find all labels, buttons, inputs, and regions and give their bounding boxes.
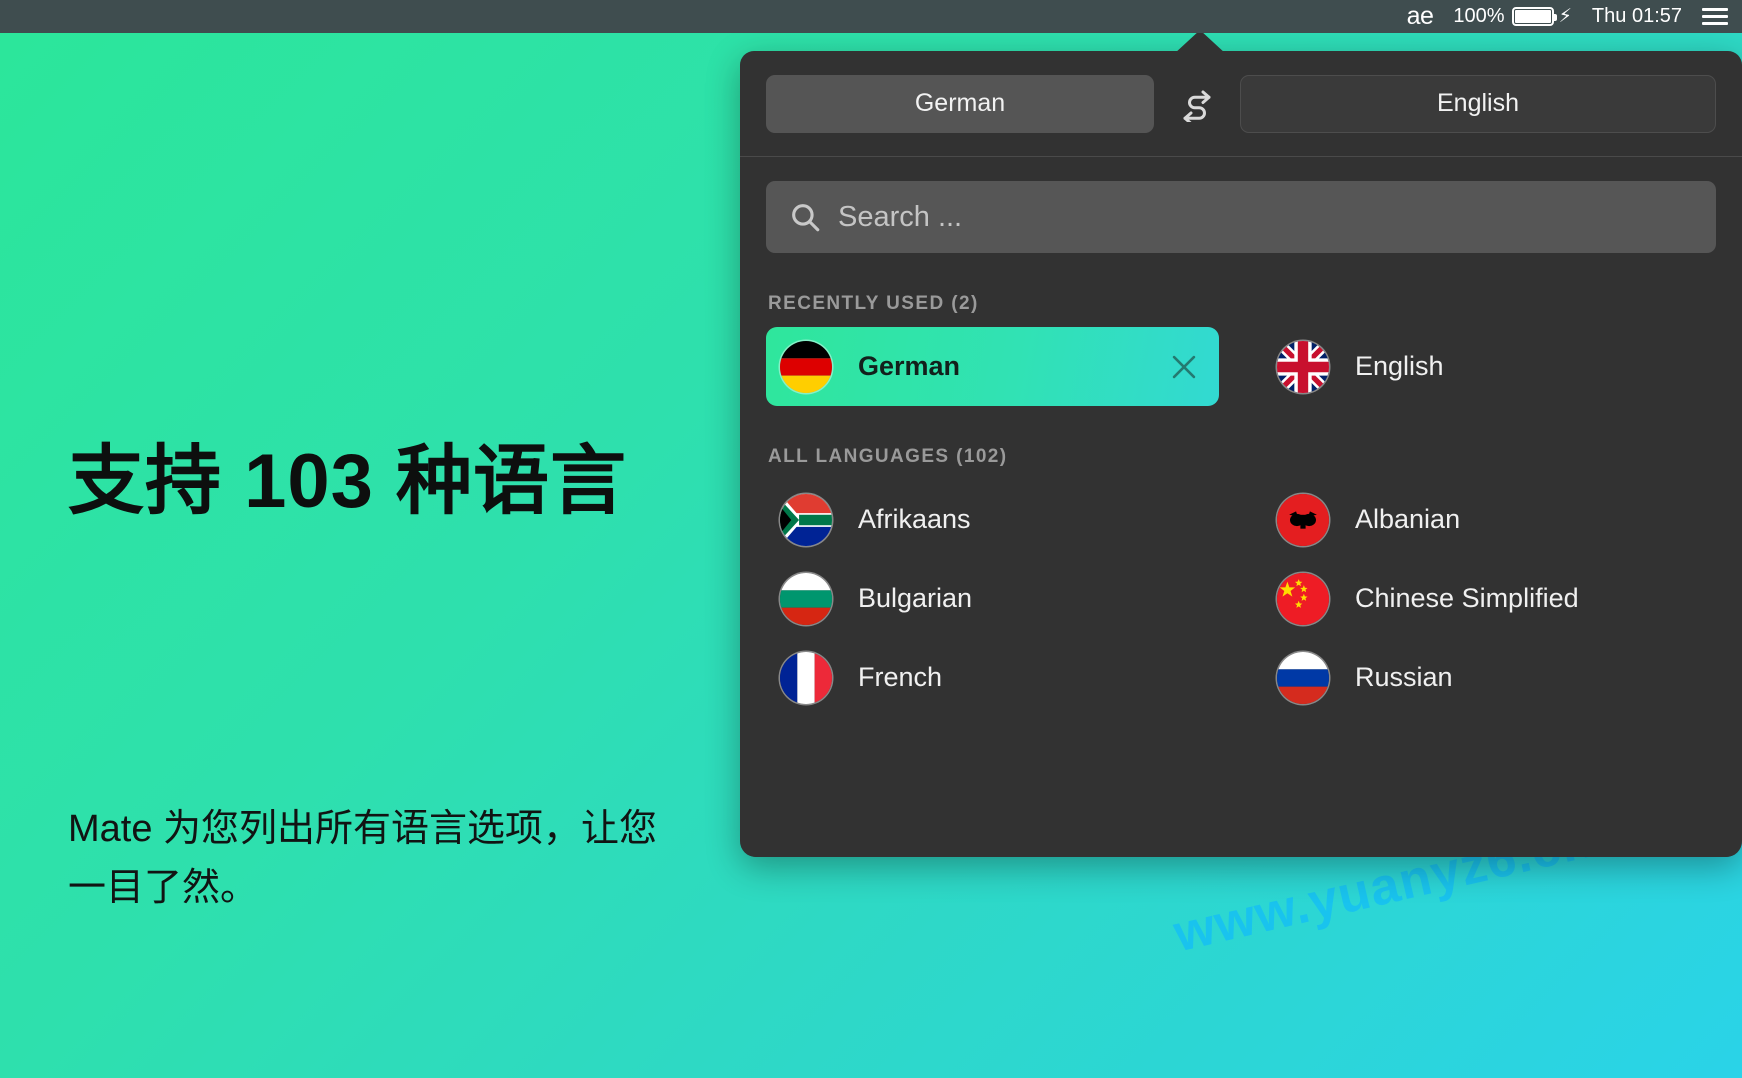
language-swap-header: German English [740,51,1742,157]
flag-russia-icon [1277,651,1329,704]
language-name: Chinese Simplified [1355,583,1579,613]
menubar-status-items: ae 100% ⚡ Thu 01:57 [1407,4,1742,29]
popover-arrow [1174,30,1226,54]
flag-albania-icon [1277,493,1329,546]
mate-app-icon[interactable]: ae [1407,4,1434,29]
charging-bolt-icon: ⚡ [1558,6,1572,27]
recently-used-label: RECENTLY USED (2) [768,293,979,314]
language-name: English [1355,351,1444,381]
page-title: 支持 103 种语言 [68,439,628,524]
all-languages-label: ALL LANGUAGES (102) [768,446,1008,467]
language-name: Russian [1355,662,1453,692]
language-name: Bulgarian [858,583,973,613]
flag-china-icon [1277,572,1329,625]
language-row-bulgarian[interactable]: Bulgarian [766,559,1219,638]
close-icon[interactable] [1167,350,1201,384]
language-picker-popover: German English RECENTLY USE [740,51,1742,857]
language-row-french[interactable]: French [766,638,1219,717]
search-box[interactable] [766,181,1716,253]
flag-germany-icon [780,340,832,393]
language-row-chinese-simplified[interactable]: Chinese Simplified [1263,559,1716,638]
language-row-albanian[interactable]: Albanian [1263,480,1716,559]
language-lists: RECENTLY USED (2) German English ALL LAN… [740,293,1742,717]
control-center-list-icon[interactable] [1702,8,1728,25]
flag-france-icon [780,651,832,704]
battery-percent-label: 100% [1453,5,1505,27]
menubar-clock[interactable]: Thu 01:57 [1592,5,1682,28]
flag-bulgaria-icon [780,572,832,625]
search-section [740,157,1742,253]
list-bottom-fade [740,835,1742,857]
language-name: French [858,662,943,692]
language-name: Albanian [1355,504,1461,534]
page-subtitle: Mate 为您列出所有语言选项，让您一目了然。 [68,808,658,909]
language-row-english[interactable]: English [1263,327,1716,406]
language-row-afrikaans[interactable]: Afrikaans [766,480,1219,559]
target-language-button[interactable]: English [1240,74,1716,133]
battery-status[interactable]: 100% ⚡ [1453,5,1572,28]
search-input[interactable] [838,200,1694,234]
screen: ae 100% ⚡ Thu 01:57 支持 103 种语言 Mate 为您列出… [0,0,1742,1078]
macos-menubar: ae 100% ⚡ Thu 01:57 [0,0,1742,33]
search-icon [792,204,820,232]
flag-south-africa-icon [780,493,832,546]
swap-arrows-icon[interactable] [1170,86,1224,122]
flag-united-kingdom-icon [1277,340,1329,393]
battery-icon [1511,7,1557,26]
all-languages-grid: Afrikaans Albanian Bulgarian Chinese Sim… [766,480,1716,717]
source-language-button[interactable]: German [766,74,1154,133]
language-row-german[interactable]: German [766,327,1219,406]
language-name: German [858,351,961,381]
language-name: Afrikaans [858,504,971,534]
recently-used-grid: German English [766,327,1716,406]
language-row-russian[interactable]: Russian [1263,638,1716,717]
